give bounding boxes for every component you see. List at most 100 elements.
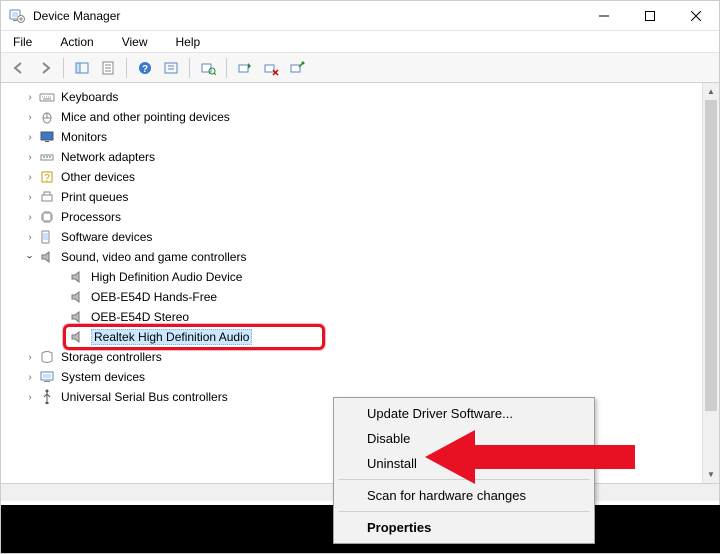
chevron-right-icon[interactable]: › (23, 150, 37, 164)
processor-icon (39, 209, 55, 225)
tree-label: System devices (61, 370, 145, 384)
chevron-right-icon[interactable]: › (23, 110, 37, 124)
vertical-scrollbar[interactable]: ▲ ▼ (702, 83, 719, 483)
mouse-icon (39, 109, 55, 125)
usb-icon (39, 389, 55, 405)
svg-text:?: ? (44, 173, 50, 184)
tree-label: OEB-E54D Hands-Free (91, 290, 217, 304)
scan-hardware-button[interactable] (196, 56, 220, 80)
ctx-properties[interactable]: Properties (337, 515, 591, 540)
tree-node-software[interactable]: › Software devices (1, 227, 702, 247)
monitor-icon (39, 129, 55, 145)
properties-button[interactable] (96, 56, 120, 80)
tree-node-other[interactable]: › ? Other devices (1, 167, 702, 187)
uninstall-button[interactable] (259, 56, 283, 80)
tree-label: Sound, video and game controllers (61, 250, 246, 264)
back-button[interactable] (7, 56, 31, 80)
tree-node-keyboards[interactable]: › Keyboards (1, 87, 702, 107)
tree-node-system[interactable]: › System devices (1, 367, 702, 387)
ctx-update-driver[interactable]: Update Driver Software... (337, 401, 591, 426)
ctx-uninstall[interactable]: Uninstall (337, 451, 591, 476)
storage-icon (39, 349, 55, 365)
scroll-up-button[interactable]: ▲ (703, 83, 719, 100)
speaker-icon (69, 309, 85, 325)
menubar: File Action View Help (1, 31, 719, 53)
tree-node-print[interactable]: › Print queues (1, 187, 702, 207)
keyboard-icon (39, 89, 55, 105)
tree-node-realtek[interactable]: Realtek High Definition Audio (1, 327, 702, 347)
titlebar: Device Manager (1, 1, 719, 31)
speaker-icon (39, 249, 55, 265)
tree-node-hd-audio[interactable]: High Definition Audio Device (1, 267, 702, 287)
toolbar: ? (1, 53, 719, 83)
tree-node-mice[interactable]: › Mice and other pointing devices (1, 107, 702, 127)
selected-label-wrap: Realtek High Definition Audio (91, 329, 252, 345)
speaker-icon (69, 289, 85, 305)
printer-icon (39, 189, 55, 205)
maximize-button[interactable] (627, 1, 673, 30)
chevron-right-icon[interactable]: › (23, 370, 37, 384)
scroll-track[interactable] (703, 100, 719, 466)
chevron-right-icon[interactable]: › (23, 90, 37, 104)
menu-help[interactable]: Help (170, 33, 207, 51)
chevron-right-icon[interactable]: › (23, 170, 37, 184)
menu-file[interactable]: File (7, 33, 38, 51)
tree-node-storage[interactable]: › Storage controllers (1, 347, 702, 367)
spacer (53, 330, 67, 344)
minimize-button[interactable] (581, 1, 627, 30)
window-title: Device Manager (33, 9, 581, 23)
tree-label: Monitors (61, 130, 107, 144)
tree-label: Processors (61, 210, 121, 224)
chevron-right-icon[interactable]: › (23, 350, 37, 364)
tree-label: Storage controllers (61, 350, 162, 364)
show-hide-tree-button[interactable] (70, 56, 94, 80)
chevron-right-icon[interactable]: › (23, 230, 37, 244)
spacer (53, 270, 67, 284)
tree-label: Software devices (61, 230, 152, 244)
network-icon (39, 149, 55, 165)
tree-label: OEB-E54D Stereo (91, 310, 189, 324)
ctx-disable[interactable]: Disable (337, 426, 591, 451)
spacer (53, 310, 67, 324)
toolbar-separator (126, 58, 127, 78)
tree-node-oeb-handsfree[interactable]: OEB-E54D Hands-Free (1, 287, 702, 307)
tree-label: Print queues (61, 190, 128, 204)
toolbar-separator (226, 58, 227, 78)
tree-label: High Definition Audio Device (91, 270, 242, 284)
update-driver-button[interactable] (233, 56, 257, 80)
tree-label: Other devices (61, 170, 135, 184)
scroll-down-button[interactable]: ▼ (703, 466, 719, 483)
tree-label: Network adapters (61, 150, 155, 164)
forward-button[interactable] (33, 56, 57, 80)
tree-node-processors[interactable]: › Processors (1, 207, 702, 227)
context-menu: Update Driver Software... Disable Uninst… (333, 397, 595, 544)
device-manager-window: Device Manager File Action View Help (0, 0, 720, 554)
ctx-scan[interactable]: Scan for hardware changes (337, 483, 591, 508)
close-button[interactable] (673, 1, 719, 30)
tree-node-monitors[interactable]: › Monitors (1, 127, 702, 147)
tree-node-oeb-stereo[interactable]: OEB-E54D Stereo (1, 307, 702, 327)
menu-action[interactable]: Action (54, 33, 99, 51)
chevron-right-icon[interactable]: › (23, 190, 37, 204)
action-button[interactable] (159, 56, 183, 80)
ctx-separator (338, 511, 590, 512)
tree-label: Realtek High Definition Audio (94, 330, 249, 344)
chevron-right-icon[interactable]: › (23, 210, 37, 224)
chevron-right-icon[interactable]: › (23, 130, 37, 144)
menu-view[interactable]: View (116, 33, 154, 51)
scroll-thumb[interactable] (705, 100, 717, 411)
toolbar-separator (189, 58, 190, 78)
tree-node-network[interactable]: › Network adapters (1, 147, 702, 167)
tree-label: Universal Serial Bus controllers (61, 390, 228, 404)
disable-button[interactable] (285, 56, 309, 80)
software-icon (39, 229, 55, 245)
chevron-down-icon[interactable]: › (23, 250, 37, 264)
app-icon (9, 8, 25, 24)
tree-node-sound[interactable]: › Sound, video and game controllers (1, 247, 702, 267)
toolbar-separator (63, 58, 64, 78)
chevron-right-icon[interactable]: › (23, 390, 37, 404)
window-controls (581, 1, 719, 30)
tree-label: Keyboards (61, 90, 118, 104)
help-button[interactable]: ? (133, 56, 157, 80)
ctx-separator (338, 479, 590, 480)
